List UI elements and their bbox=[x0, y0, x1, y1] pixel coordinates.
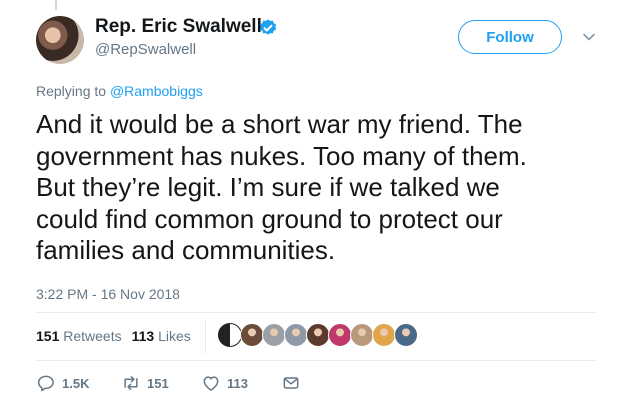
author-avatar[interactable] bbox=[36, 16, 84, 64]
like-count: 113 bbox=[227, 375, 248, 391]
yin-yang-avatar[interactable] bbox=[218, 323, 242, 347]
follow-button[interactable]: Follow bbox=[458, 20, 562, 54]
likes-stat[interactable]: 113 Likes bbox=[132, 328, 191, 344]
person-avatar[interactable] bbox=[262, 323, 286, 347]
person-avatar[interactable] bbox=[284, 323, 308, 347]
person-avatar[interactable] bbox=[328, 323, 352, 347]
retweets-count: 151 bbox=[36, 328, 60, 344]
retweet-count: 151 bbox=[147, 375, 169, 391]
reply-icon bbox=[37, 375, 54, 392]
liker-avatars[interactable] bbox=[218, 323, 418, 349]
reply-count: 1.5K bbox=[62, 375, 90, 391]
reply-action[interactable]: 1.5K bbox=[36, 373, 121, 393]
tweet-stats: 151 Retweets 113 Likes bbox=[36, 328, 191, 344]
person-avatar[interactable] bbox=[372, 323, 396, 347]
stats-separator bbox=[205, 318, 206, 354]
tweet-text: And it would be a short war my friend. T… bbox=[36, 109, 527, 265]
retweet-icon bbox=[124, 376, 138, 390]
likes-label: Likes bbox=[158, 328, 191, 344]
like-action[interactable]: 113 bbox=[201, 373, 281, 393]
thread-connector-line bbox=[55, 0, 57, 10]
heart-icon bbox=[203, 376, 219, 391]
retweets-label: Retweets bbox=[63, 328, 122, 344]
retweet-action[interactable]: 151 bbox=[121, 373, 201, 393]
tweet-actions: 1.5K 151 113 bbox=[36, 372, 307, 394]
verified-badge-icon bbox=[259, 19, 277, 35]
replying-prefix: Replying to bbox=[36, 83, 107, 99]
direct-message-action[interactable] bbox=[281, 373, 307, 393]
likes-count: 113 bbox=[131, 328, 155, 344]
replying-to-link[interactable]: @Rambobiggs bbox=[110, 83, 203, 99]
tweet-timestamp[interactable]: 3:22 PM - 16 Nov 2018 bbox=[36, 286, 180, 302]
retweets-stat[interactable]: 151 Retweets bbox=[36, 328, 122, 344]
envelope-icon bbox=[283, 377, 299, 389]
person-avatar[interactable] bbox=[350, 323, 374, 347]
chevron-down-icon[interactable] bbox=[582, 30, 596, 44]
author-handle[interactable]: @RepSwalwell bbox=[95, 41, 196, 58]
divider bbox=[36, 360, 596, 361]
divider bbox=[36, 312, 596, 313]
author-name[interactable]: Rep. Eric Swalwell bbox=[95, 16, 262, 38]
person-avatar[interactable] bbox=[394, 323, 418, 347]
person-avatar[interactable] bbox=[306, 323, 330, 347]
person-avatar[interactable] bbox=[240, 323, 264, 347]
replying-to-line: Replying to @Rambobiggs bbox=[36, 83, 203, 99]
